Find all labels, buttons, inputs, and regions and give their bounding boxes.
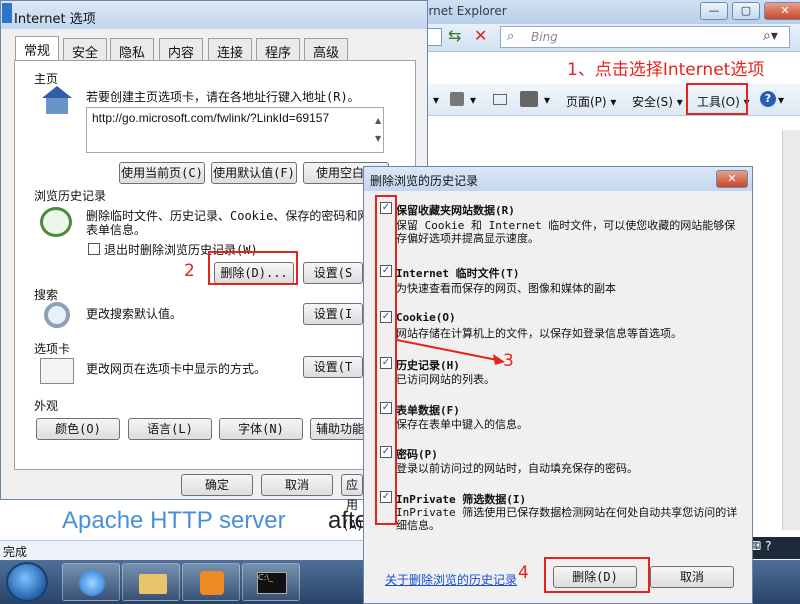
use-current-button[interactable]: 使用当前页(C)	[119, 162, 205, 184]
search-input[interactable]: ⌕ Bing ⌕▾	[500, 26, 790, 48]
media-player-icon	[200, 571, 224, 595]
delete-cancel-button[interactable]: 取消	[650, 566, 734, 588]
home-description: 若要创建主页选项卡，请在各地址行键入地址(R)。	[86, 90, 360, 104]
fonts-button[interactable]: 字体(N)	[219, 418, 303, 440]
languages-button[interactable]: 语言(L)	[128, 418, 212, 440]
apply-button[interactable]: 应用(A)	[341, 474, 364, 532]
tab-programs[interactable]: 程序	[256, 38, 301, 61]
accessibility-button[interactable]: 辅助功能	[310, 418, 370, 440]
option-desc-5: 登录以前访问过的网站时，自动填充保存的密码。	[396, 462, 638, 475]
home-group-label: 主页	[34, 72, 59, 86]
feeds-icon[interactable]	[450, 92, 464, 106]
option-title-2: Cookie(O)	[396, 311, 456, 324]
option-title-0: 保留收藏夹网站数据(R)	[396, 204, 515, 217]
page-banner-heading: Apache HTTP server	[62, 507, 286, 534]
option-title-1: Internet 临时文件(T)	[396, 267, 520, 280]
tab-general[interactable]: 常规	[15, 36, 60, 61]
annotation-step-4: 4	[518, 563, 529, 583]
stop-icon[interactable]: ✕	[474, 26, 487, 45]
history-settings-button[interactable]: 设置(S	[303, 262, 363, 284]
delete-dialog-close-button[interactable]: ✕	[716, 170, 748, 188]
tabs-settings-button[interactable]: 设置(T	[303, 356, 363, 378]
ie-icon	[79, 570, 105, 596]
colors-button[interactable]: 颜色(O)	[36, 418, 120, 440]
use-default-button[interactable]: 使用默认值(F)	[211, 162, 297, 184]
tab-security[interactable]: 安全	[63, 38, 108, 61]
close-button[interactable]: ✕	[764, 2, 800, 20]
home-dropdown-arrow-icon[interactable]: ▾	[433, 93, 439, 107]
history-description-2: 表单信息。	[86, 223, 147, 237]
url-scroll-arrows[interactable]: ▲ ▼	[375, 112, 381, 148]
search-description: 更改搜索默认值。	[86, 307, 183, 321]
taskbar-media[interactable]	[182, 563, 240, 601]
maximize-button[interactable]: ▢	[732, 2, 760, 20]
tabs-icon	[40, 358, 74, 384]
safety-menu[interactable]: 安全(S) ▾	[632, 93, 683, 110]
tab-privacy[interactable]: 隐私	[110, 38, 155, 61]
page-menu[interactable]: 页面(P) ▾	[566, 93, 616, 110]
refresh-icon[interactable]: ⇆	[448, 26, 461, 45]
search-group-label: 搜索	[34, 288, 59, 302]
history-clock-icon	[40, 207, 72, 237]
search-icon[interactable]: ⌕▾	[763, 28, 778, 44]
help-icon[interactable]: ?	[760, 91, 776, 107]
cmd-icon: C:\_	[257, 572, 287, 594]
print-dropdown-icon[interactable]: ▾	[544, 93, 550, 107]
delete-on-exit-checkbox[interactable]	[88, 243, 100, 255]
option-desc-4: 保存在表单中键入的信息。	[396, 418, 528, 431]
tools-highlight-box	[686, 83, 748, 115]
checkboxes-highlight-box	[375, 195, 397, 525]
search-provider-icon: ⌕	[507, 29, 515, 44]
internet-options-title: Internet 选项	[14, 12, 96, 27]
delete-confirm-highlight-box	[544, 557, 650, 593]
option-desc-3: 已访问网站的列表。	[396, 373, 495, 386]
help-dropdown-icon[interactable]: ▾	[778, 93, 784, 107]
annotation-step-2: 2	[184, 261, 195, 281]
option-desc-6: InPrivate 筛选使用已保存数据检测网站在何处自动共享您访问的详细信息。	[396, 506, 738, 532]
delete-highlight-box	[208, 251, 298, 285]
tab-connections[interactable]: 连接	[208, 38, 253, 61]
app-icon	[2, 3, 12, 23]
home-url-value: http://go.microsoft.com/fwlink/?LinkId=6…	[92, 111, 330, 125]
delete-history-title: 删除浏览的历史记录	[370, 174, 479, 188]
cancel-button[interactable]: 取消	[261, 474, 333, 496]
tabs-description: 更改网页在选项卡中显示的方式。	[86, 362, 267, 376]
taskbar-explorer[interactable]	[122, 563, 180, 601]
taskbar-ie[interactable]	[62, 563, 120, 601]
search-settings-button[interactable]: 设置(I	[303, 303, 363, 325]
home-icon	[40, 86, 74, 116]
tab-advanced[interactable]: 高级	[304, 38, 349, 61]
appearance-group-label: 外观	[34, 399, 59, 413]
about-delete-history-link[interactable]: 关于删除浏览的历史记录	[385, 571, 517, 588]
annotation-step-3: 3	[503, 351, 514, 371]
option-desc-0: 保留 Cookie 和 Internet 临时文件，可以使您收藏的网站能够保存偏…	[396, 219, 736, 245]
page-menu-label: 页面(P)	[566, 95, 607, 109]
minimize-button[interactable]: —	[700, 2, 728, 20]
annotation-step-1: 1、点击选择Internet选项	[567, 60, 765, 80]
option-title-6: InPrivate 筛选数据(I)	[396, 493, 527, 506]
ok-button[interactable]: 确定	[181, 474, 253, 496]
search-placeholder: Bing	[531, 30, 558, 44]
safety-menu-label: 安全(S)	[632, 95, 673, 109]
status-text: 完成	[3, 545, 28, 559]
history-group-label: 浏览历史记录	[34, 189, 107, 203]
option-desc-1: 为快速查看而保存的网页、图像和媒体的副本	[396, 282, 616, 295]
tab-content[interactable]: 内容	[159, 38, 204, 61]
magnifier-icon	[44, 302, 70, 328]
mail-icon[interactable]	[493, 94, 507, 105]
start-button[interactable]	[6, 562, 48, 602]
taskbar-cmd[interactable]: C:\_	[242, 563, 300, 601]
print-icon[interactable]	[520, 91, 538, 107]
tabs-group-label: 选项卡	[34, 342, 71, 356]
page-scrollbar[interactable]	[782, 130, 800, 530]
annotation-arrow	[396, 339, 505, 365]
feeds-dropdown-icon[interactable]: ▾	[470, 93, 476, 107]
folder-icon	[139, 574, 167, 594]
